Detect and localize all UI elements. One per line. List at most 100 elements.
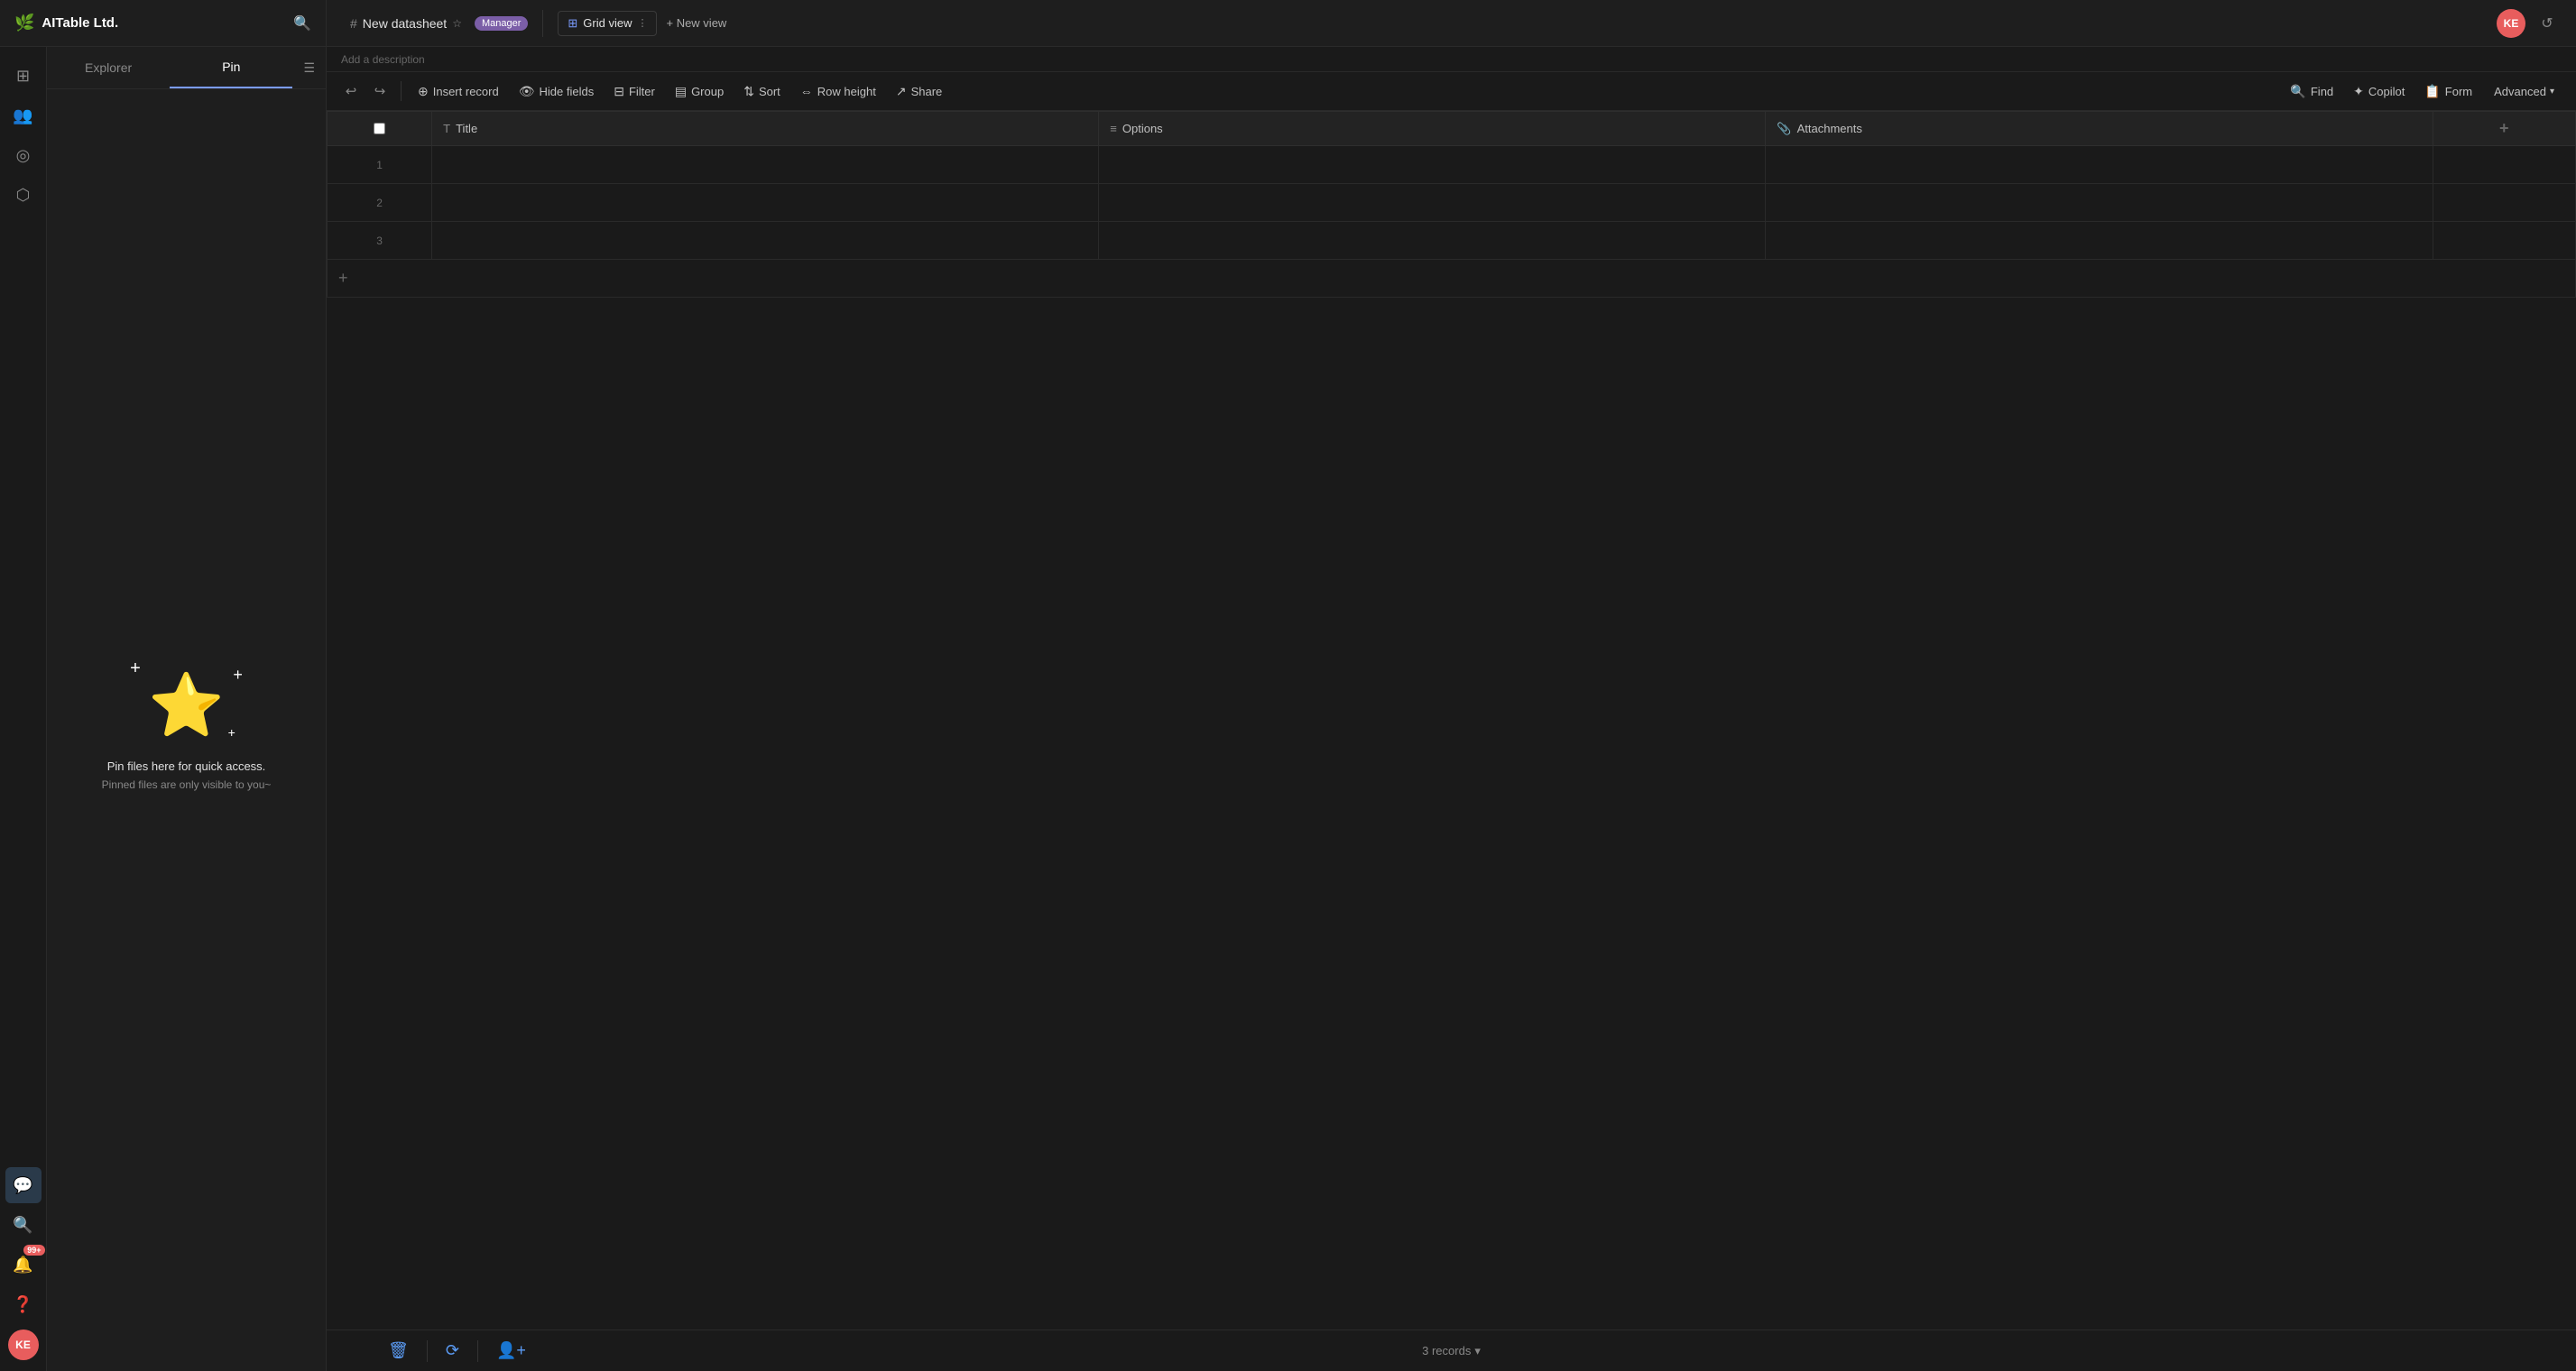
column-title: T Title: [432, 112, 1099, 146]
select-all-checkbox[interactable]: [374, 123, 385, 134]
insert-record-button[interactable]: ⊕ Insert record: [409, 79, 508, 104]
pin-empty-state: + ⭐ + + Pin files here for quick access.…: [47, 89, 326, 1371]
records-count[interactable]: 3 records ▾: [1422, 1344, 1481, 1358]
target-icon: ◎: [16, 146, 31, 165]
user-avatar-top[interactable]: KE: [2497, 9, 2525, 38]
row-title-3[interactable]: [432, 222, 1099, 260]
refresh-button[interactable]: ↺: [2533, 9, 2562, 38]
options-col-label: Options: [1122, 122, 1163, 135]
view-label: Grid view: [583, 16, 632, 30]
notification-wrapper[interactable]: 🔔 99+: [5, 1247, 42, 1283]
home-icon: ⊞: [16, 67, 30, 86]
add-column-header[interactable]: +: [2433, 112, 2575, 146]
row-extra-3: [2433, 222, 2575, 260]
row-title-2[interactable]: [432, 184, 1099, 222]
row-extra-1: [2433, 146, 2575, 184]
row-options-3[interactable]: [1099, 222, 1766, 260]
user-avatar-bottom[interactable]: KE: [8, 1330, 39, 1360]
search-nav-icon: 🔍: [13, 1216, 32, 1235]
row-attachments-2[interactable]: [1766, 184, 2433, 222]
share-icon: ↗: [896, 84, 907, 99]
row-height-label: Row height: [817, 85, 876, 98]
sort-button[interactable]: ⇅ Sort: [734, 79, 789, 104]
tab-star-icon[interactable]: ☆: [452, 17, 462, 30]
sidebar-item-users[interactable]: 👥: [5, 97, 42, 133]
new-view-button[interactable]: + New view: [657, 12, 735, 34]
table-row: 3: [328, 222, 2576, 260]
redo-button[interactable]: ↪: [366, 78, 393, 105]
search-button[interactable]: 🔍: [293, 14, 311, 32]
advanced-label: Advanced: [2494, 85, 2546, 98]
tab-explorer[interactable]: Explorer: [47, 48, 170, 87]
pin-plus-top-left: +: [130, 658, 141, 679]
tab-hash-icon: #: [350, 16, 357, 31]
row-attachments-1[interactable]: [1766, 146, 2433, 184]
table-row: 1: [328, 146, 2576, 184]
form-label: Form: [2445, 85, 2472, 98]
add-row-cell[interactable]: +: [328, 260, 2576, 298]
filter-label: Filter: [629, 85, 655, 98]
pin-message-line1: Pin files here for quick access.: [107, 759, 266, 773]
add-user-action-button[interactable]: 👤+: [496, 1341, 526, 1360]
tab-name: New datasheet: [363, 16, 447, 31]
group-icon: ▤: [675, 84, 687, 99]
column-options: ≡ Options: [1099, 112, 1766, 146]
undo-button[interactable]: ↩: [337, 78, 365, 105]
advanced-chevron-icon: ▾: [2550, 87, 2554, 97]
row-extra-2: [2433, 184, 2575, 222]
grid-container: T Title ≡ Options 📎: [327, 111, 2576, 1330]
sidebar-item-help[interactable]: ❓: [5, 1286, 42, 1322]
insert-record-icon: ⊕: [418, 84, 429, 99]
notification-badge: 99+: [23, 1245, 44, 1256]
group-label: Group: [691, 85, 724, 98]
sidebar-collapse-button[interactable]: ☰: [292, 53, 326, 83]
add-row: +: [328, 260, 2576, 298]
manager-badge[interactable]: Manager: [475, 16, 528, 31]
app-logo: 🌿 AITable Ltd.: [14, 14, 118, 32]
add-description[interactable]: Add a description: [341, 53, 425, 66]
datasheet-tab[interactable]: # New datasheet ☆: [341, 11, 471, 36]
share-button[interactable]: ↗ Share: [887, 79, 951, 104]
attachments-col-label: Attachments: [1797, 122, 1862, 135]
row-height-button[interactable]: ⇔ Row height: [791, 79, 885, 103]
bell-icon: 🔔: [13, 1256, 32, 1274]
copy-action-button[interactable]: ⟳: [446, 1341, 459, 1360]
column-attachments: 📎 Attachments: [1766, 112, 2433, 146]
chat-icon: 💬: [13, 1176, 32, 1195]
advanced-button[interactable]: Advanced ▾: [2483, 80, 2565, 103]
help-icon: ❓: [13, 1295, 32, 1314]
sidebar-item-home[interactable]: ⊞: [5, 58, 42, 94]
hide-fields-icon: 👁: [519, 84, 535, 99]
toolbar: ↩ ↪ ⊕ Insert record 👁 Hide fields ⊟ Filt…: [327, 72, 2576, 111]
find-icon: 🔍: [2290, 84, 2305, 99]
records-caret-icon: ▾: [1474, 1344, 1481, 1358]
grid-view-selector[interactable]: ⊞ Grid view ⋮: [558, 11, 657, 36]
find-label: Find: [2311, 85, 2333, 98]
main-content: Add a description ↩ ↪ ⊕ Insert record 👁 …: [327, 47, 2576, 1371]
left-sidebar: ⊞ 👥 ◎ ⬡ 💬 🔍 🔔 99+ ❓ KE: [0, 47, 47, 1371]
form-button[interactable]: 📋 Form: [2415, 79, 2481, 104]
secondary-sidebar: Explorer Pin ☰ + ⭐ + + Pin files here fo…: [47, 47, 327, 1371]
row-options-2[interactable]: [1099, 184, 1766, 222]
hide-fields-button[interactable]: 👁 Hide fields: [510, 79, 603, 104]
filter-button[interactable]: ⊟ Filter: [605, 79, 664, 104]
row-options-1[interactable]: [1099, 146, 1766, 184]
row-title-1[interactable]: [432, 146, 1099, 184]
pin-message-line2: Pinned files are only visible to you~: [102, 778, 272, 791]
copilot-label: Copilot: [2368, 85, 2405, 98]
group-button[interactable]: ▤ Group: [666, 79, 733, 104]
delete-action-button[interactable]: 🗑: [388, 1341, 409, 1360]
copilot-button[interactable]: ✦ Copilot: [2344, 79, 2414, 104]
sidebar-item-shield[interactable]: ⬡: [5, 177, 42, 213]
sidebar-item-target[interactable]: ◎: [5, 137, 42, 173]
tab-pin[interactable]: Pin: [170, 47, 292, 88]
sidebar-item-search[interactable]: 🔍: [5, 1207, 42, 1243]
options-col-icon: ≡: [1110, 122, 1117, 135]
find-button[interactable]: 🔍 Find: [2281, 79, 2342, 104]
pin-plus-top-right: +: [233, 666, 243, 685]
attachments-col-icon: 📎: [1777, 122, 1791, 136]
sidebar-item-chat[interactable]: 💬: [5, 1167, 42, 1203]
shield-icon: ⬡: [16, 186, 31, 205]
users-icon: 👥: [13, 106, 32, 125]
row-attachments-3[interactable]: [1766, 222, 2433, 260]
